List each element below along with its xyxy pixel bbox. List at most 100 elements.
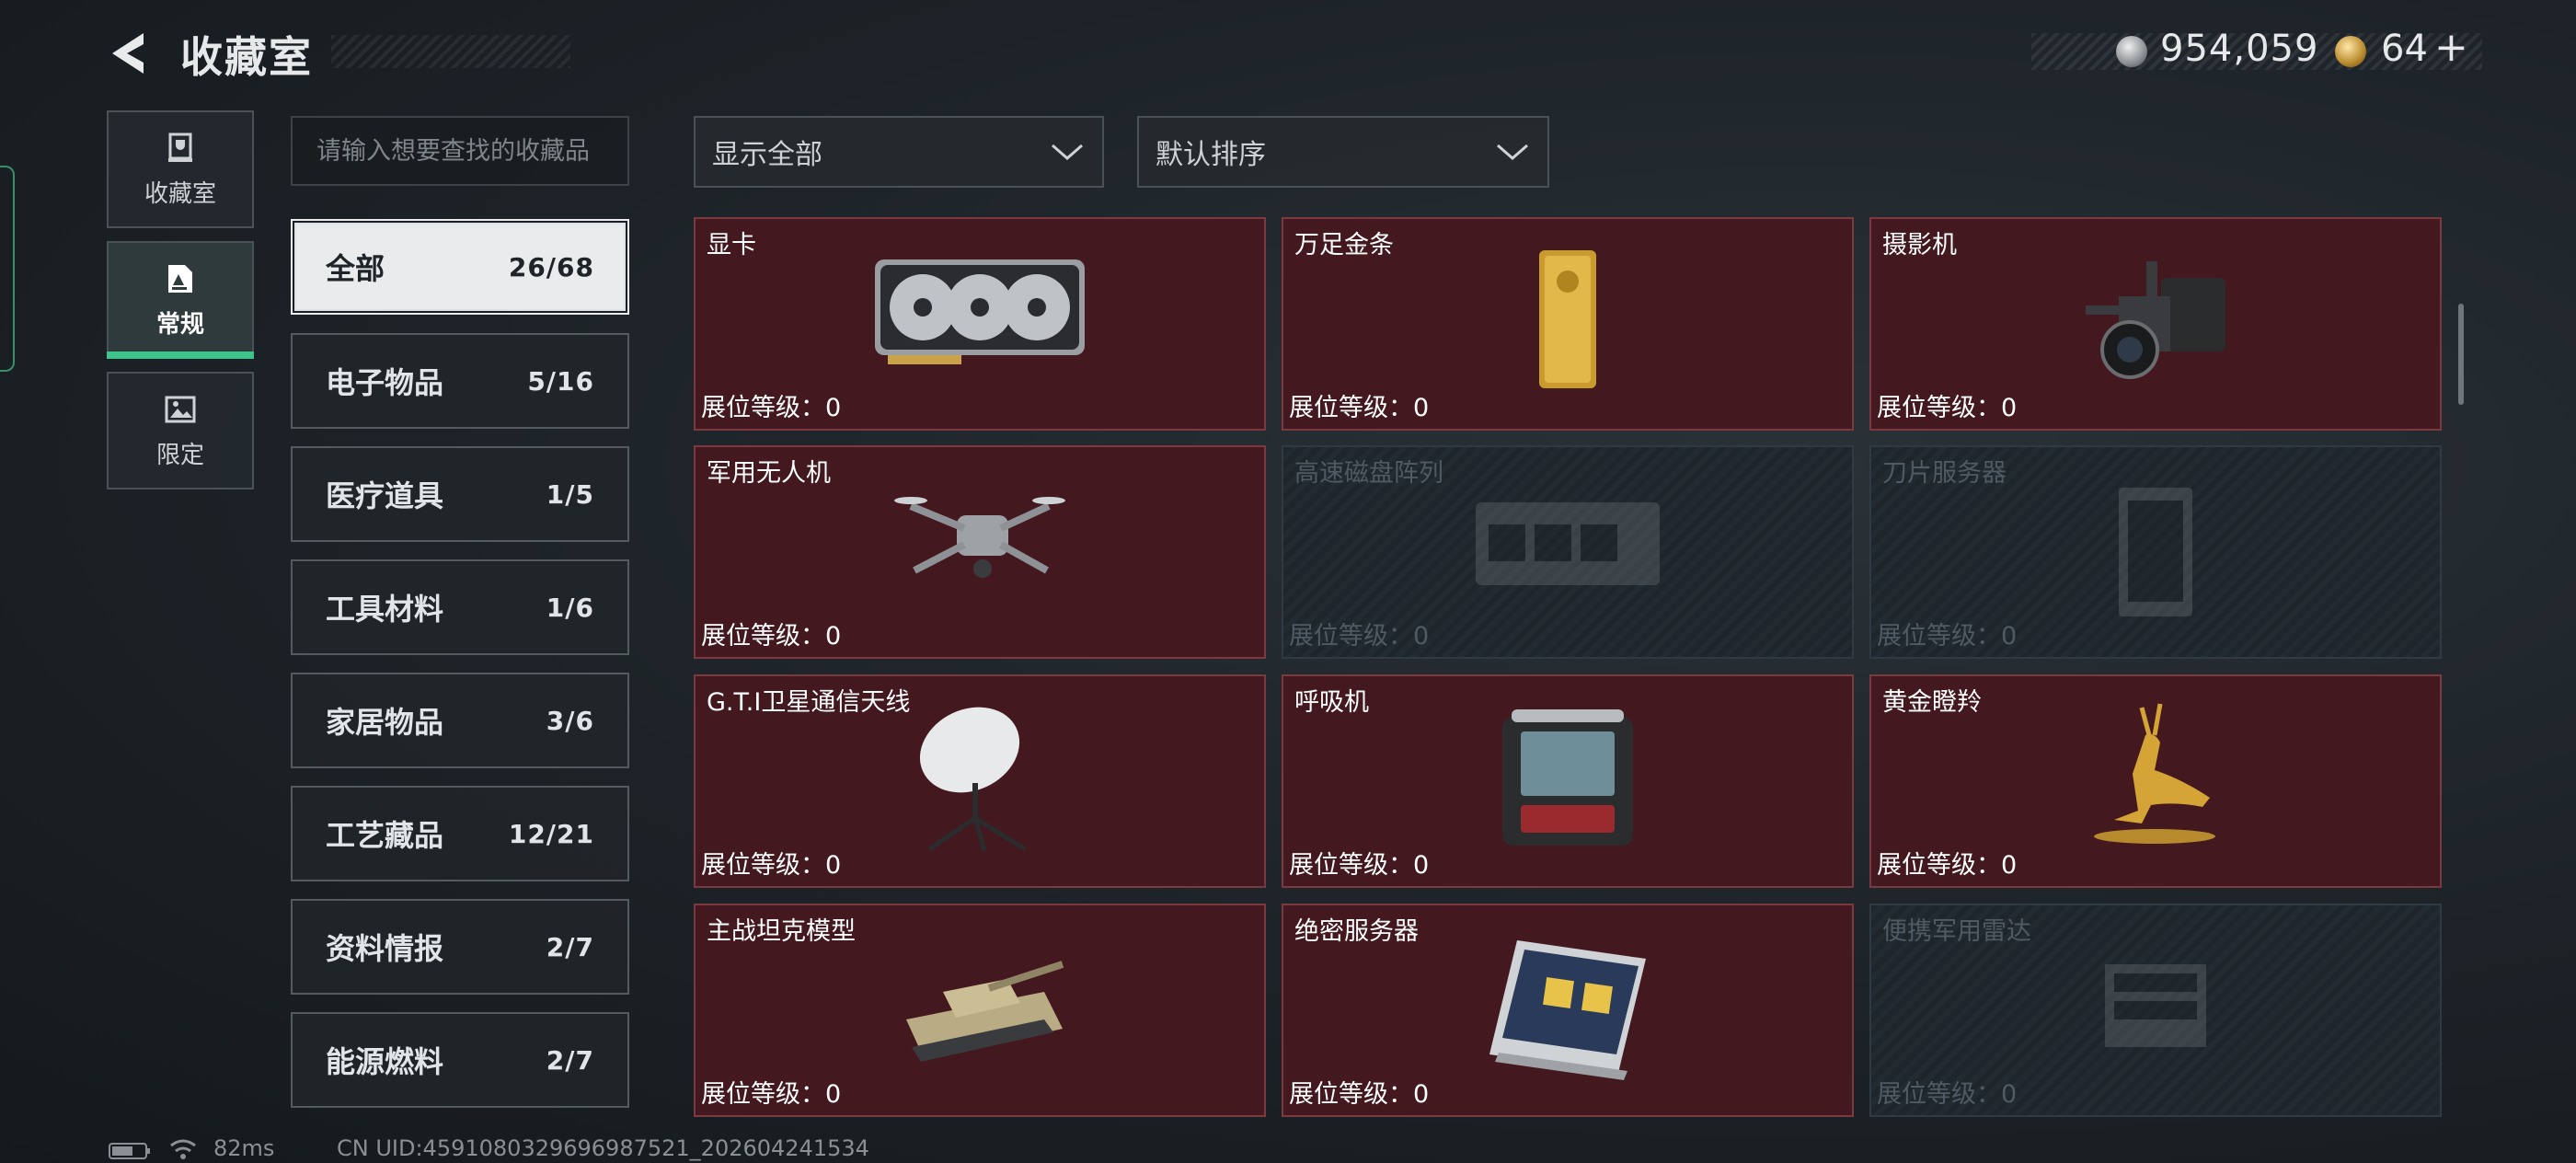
- category-count: 1/5: [546, 478, 594, 510]
- category-count: 2/7: [546, 931, 594, 962]
- item-level: 展位等级：0: [1877, 394, 2018, 422]
- grid-scrollbar[interactable]: [2458, 304, 2464, 405]
- item-name: 军用无人机: [707, 459, 831, 488]
- category-label: 能源燃料: [326, 1044, 444, 1079]
- item-card-tank-model[interactable]: 主战坦克模型 展位等级：0: [694, 904, 1266, 1117]
- item-card-gold-bar[interactable]: 万足金条 展位等级：0: [1282, 217, 1854, 431]
- category-electronics[interactable]: 电子物品 5/16: [291, 333, 629, 429]
- camera-icon: [2086, 261, 2225, 379]
- document-icon: [168, 264, 192, 293]
- item-name: 万足金条: [1294, 231, 1394, 259]
- category-all[interactable]: 全部 26/68: [291, 219, 629, 315]
- category-label: 资料情报: [326, 931, 444, 966]
- category-label: 医疗道具: [326, 478, 444, 513]
- disk-array-icon: [1476, 502, 1660, 585]
- item-name: 呼吸机: [1294, 688, 1369, 717]
- category-label: 全部: [326, 251, 385, 286]
- sort-dropdown[interactable]: 默认排序: [1137, 116, 1549, 188]
- category-label: 家居物品: [326, 705, 444, 740]
- tab-regular[interactable]: 常规: [107, 241, 254, 359]
- add-gold-button[interactable]: +: [2434, 24, 2468, 71]
- trophy-icon: [168, 132, 192, 162]
- item-card-top-secret-server[interactable]: 绝密服务器 展位等级：0: [1282, 904, 1854, 1117]
- category-count: 1/6: [546, 592, 594, 623]
- graphics-card-icon: [875, 259, 1085, 364]
- tab-label: 收藏室: [144, 179, 216, 208]
- item-name: 黄金瞪羚: [1882, 688, 1982, 717]
- radar-icon: [2105, 964, 2206, 1047]
- satellite-dish-icon: [919, 707, 1027, 852]
- item-level: 展位等级：0: [701, 1080, 842, 1109]
- item-level: 展位等级：0: [1289, 851, 1430, 880]
- blade-server-icon: [2119, 488, 2192, 616]
- item-card-satellite-antenna[interactable]: G.T.I卫星通信天线 展位等级：0: [694, 674, 1266, 888]
- server-icon: [1489, 940, 1646, 1080]
- title-decoration: [331, 35, 570, 68]
- gold-amount: 64: [2381, 28, 2428, 70]
- filter-dropdown[interactable]: 显示全部: [694, 116, 1104, 188]
- item-card-disk-array[interactable]: 高速磁盘阵列 展位等级：0: [1282, 445, 1854, 659]
- category-tools[interactable]: 工具材料 1/6: [291, 559, 629, 655]
- ping-readout: 82ms: [213, 1135, 275, 1161]
- sort-label: 默认排序: [1156, 139, 1266, 171]
- active-tab-indicator: [107, 351, 254, 359]
- back-button[interactable]: [103, 26, 158, 81]
- category-household[interactable]: 家居物品 3/6: [291, 673, 629, 768]
- item-card-portable-radar[interactable]: 便携军用雷达 展位等级：0: [1869, 904, 2442, 1117]
- item-card-ventilator[interactable]: 呼吸机 展位等级：0: [1282, 674, 1854, 888]
- item-level: 展位等级：0: [1289, 1080, 1430, 1109]
- gold-bar-icon: [1539, 250, 1596, 388]
- category-count: 2/7: [546, 1044, 594, 1076]
- item-level: 展位等级：0: [1289, 622, 1430, 651]
- category-count: 3/6: [546, 705, 594, 736]
- item-card-golden-gazelle[interactable]: 黄金瞪羚 展位等级：0: [1869, 674, 2442, 888]
- item-level: 展位等级：0: [1877, 622, 2018, 651]
- item-level: 展位等级：0: [1877, 851, 2018, 880]
- battery-icon: [109, 1143, 150, 1159]
- item-card-blade-server[interactable]: 刀片服务器 展位等级：0: [1869, 445, 2442, 659]
- golden-gazelle-icon: [2094, 703, 2215, 844]
- tank-model-icon: [906, 961, 1064, 1062]
- item-name: G.T.I卫星通信天线: [707, 688, 911, 717]
- item-level: 展位等级：0: [1877, 1080, 2018, 1109]
- side-drawer-handle[interactable]: [0, 166, 15, 372]
- silver-amount: 954,059: [2160, 28, 2319, 70]
- item-name: 显卡: [707, 231, 756, 259]
- tab-limited[interactable]: 限定: [107, 372, 254, 489]
- category-medical[interactable]: 医疗道具 1/5: [291, 446, 629, 542]
- wifi-icon: [170, 1139, 196, 1159]
- silver-coin-icon: [2116, 36, 2147, 67]
- chevron-down-icon: [1052, 144, 1083, 160]
- category-count: 5/16: [527, 365, 594, 397]
- item-name: 刀片服务器: [1882, 459, 2007, 488]
- chevron-down-icon: [1497, 144, 1528, 160]
- category-count: 12/21: [508, 818, 594, 849]
- category-fuel[interactable]: 能源燃料 2/7: [291, 1012, 629, 1108]
- ventilator-icon: [1502, 709, 1633, 846]
- page-title: 收藏室: [180, 32, 313, 82]
- item-card-graphics-card[interactable]: 显卡 展位等级：0: [694, 217, 1266, 431]
- tab-label: 常规: [155, 310, 204, 339]
- search-input[interactable]: [291, 116, 629, 186]
- category-label: 工艺藏品: [326, 818, 444, 853]
- back-arrow-icon: [112, 33, 144, 74]
- category-intel[interactable]: 资料情报 2/7: [291, 899, 629, 995]
- item-name: 绝密服务器: [1294, 917, 1419, 946]
- item-level: 展位等级：0: [1289, 394, 1430, 422]
- item-card-drone[interactable]: 军用无人机 展位等级：0: [694, 445, 1266, 659]
- tab-label: 限定: [155, 441, 204, 469]
- image-icon: [165, 396, 196, 422]
- gold-coin-icon: [2335, 36, 2366, 67]
- category-crafts[interactable]: 工艺藏品 12/21: [291, 786, 629, 881]
- item-name: 便携军用雷达: [1882, 917, 2031, 946]
- item-name: 高速磁盘阵列: [1294, 459, 1443, 488]
- user-uid: CN UID:4591080329696987521_202604241534: [337, 1135, 869, 1161]
- category-label: 电子物品: [326, 365, 444, 400]
- item-level: 展位等级：0: [701, 851, 842, 880]
- tab-collection-room[interactable]: 收藏室: [107, 110, 254, 228]
- category-count: 26/68: [508, 251, 594, 282]
- item-card-camera[interactable]: 摄影机 展位等级：0: [1869, 217, 2442, 431]
- item-level: 展位等级：0: [701, 394, 842, 422]
- drone-icon: [894, 497, 1065, 578]
- filter-label: 显示全部: [712, 139, 822, 171]
